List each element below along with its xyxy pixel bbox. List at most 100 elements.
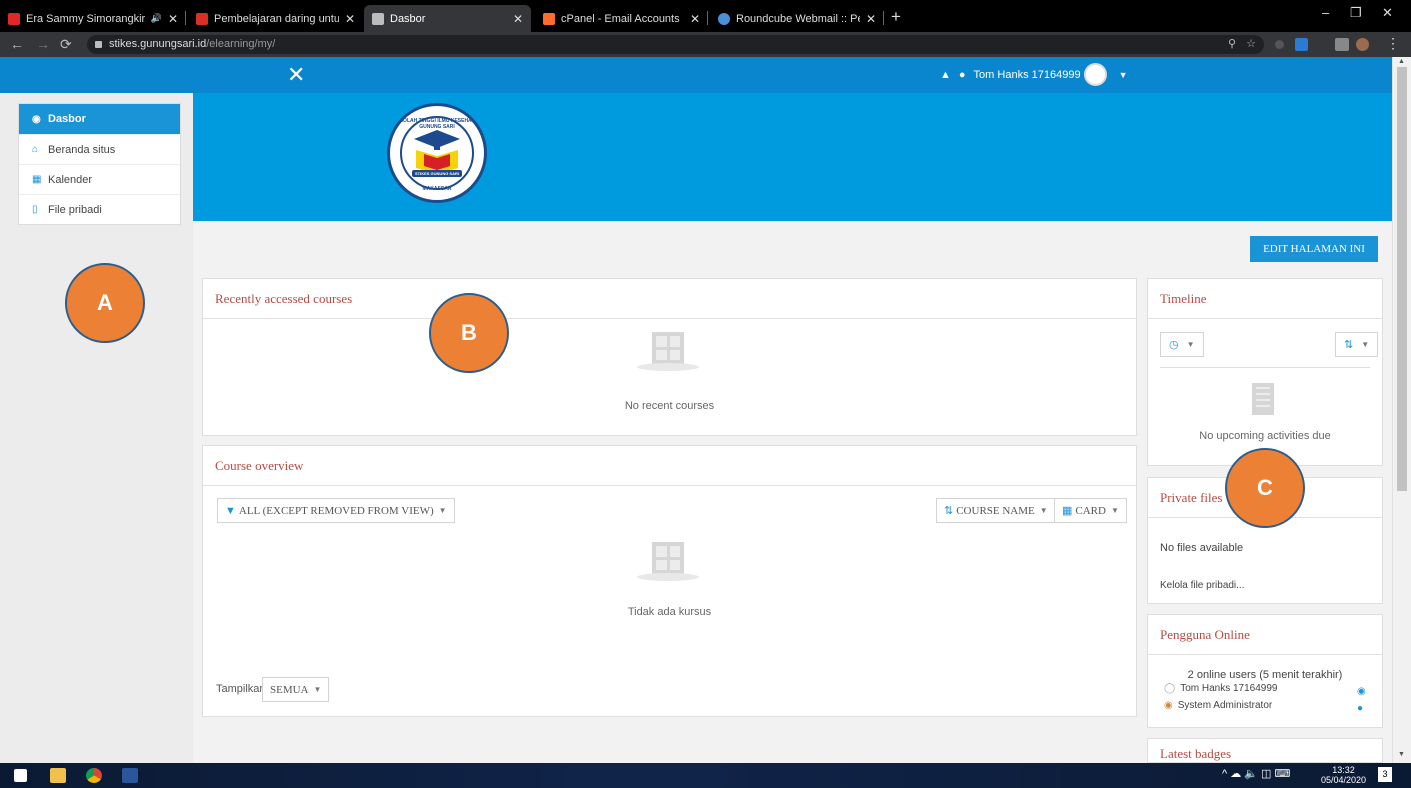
chevron-down-icon: ▼ (1110, 506, 1119, 515)
logo-top-text: SEKOLAH TINGGI ILMU KESEHATAN GUNUNG SAR… (392, 118, 482, 130)
view-dropdown[interactable]: ▦ CARD ▼ (1054, 498, 1127, 523)
filter-label: ALL (EXCEPT REMOVED FROM VIEW) (238, 504, 434, 517)
show-label: Tampilkan (216, 683, 266, 695)
lock-icon (95, 41, 102, 48)
marker-b: B (429, 293, 509, 373)
empty-message: No files available (1160, 542, 1244, 554)
drawer-item-label: Beranda situs (48, 143, 116, 156)
drawer-item-kalender[interactable]: ▦ Kalender (19, 164, 180, 194)
tab-close-icon[interactable]: ✕ (690, 12, 700, 26)
logo-banner-text: STIKES GUNUNG SARI (414, 171, 459, 176)
online-user-item[interactable]: ◯ Tom Hanks 17164999 (1164, 683, 1278, 694)
windows-start-icon[interactable] (14, 769, 27, 782)
file-icon: ▯ (32, 204, 38, 215)
block-title: Latest badges (1148, 739, 1382, 763)
forward-icon[interactable]: → (36, 36, 50, 52)
extension-icon[interactable] (1275, 40, 1284, 49)
user-menu[interactable]: ▲ ● Tom Hanks 17164999 ▼ (940, 63, 1127, 86)
user-name[interactable]: Tom Hanks 17164999 (974, 69, 1081, 81)
sort-label: COURSE NAME (956, 504, 1035, 517)
tab-close-icon[interactable]: ✕ (866, 12, 876, 26)
filter-dropdown[interactable]: ▼ ALL (EXCEPT REMOVED FROM VIEW) ▼ (217, 498, 455, 523)
view-label: CARD (1075, 504, 1106, 517)
notification-center-icon[interactable]: 3 (1378, 767, 1392, 782)
os-taskbar: ^ ☁ 🔈 ◫ ⌨ 13:32 05/04/2020 3 (0, 763, 1411, 788)
page-header-banner: SEKOLAH TINGGI ILMU KESEHATAN GUNUNG SAR… (193, 93, 1392, 221)
block-title: Recently accessed courses (203, 279, 1136, 319)
browser-menu-icon[interactable]: ⋮ (1386, 35, 1400, 52)
drawer-item-file-pribadi[interactable]: ▯ File pribadi (19, 194, 180, 224)
drawer-item-beranda-situs[interactable]: ⌂ Beranda situs (19, 134, 180, 164)
chevron-down-icon: ▼ (1039, 506, 1048, 515)
list-icon (1252, 383, 1274, 415)
show-count-dropdown[interactable]: SEMUA ▼ (262, 677, 330, 702)
restore-button[interactable]: ❐ (1350, 5, 1362, 21)
browser-tab[interactable]: Era Sammy Simorangkir Top 🔊 ✕ (0, 5, 186, 32)
recent-courses-block: Recently accessed courses No recent cour… (202, 278, 1137, 436)
drawer-menu: ◉ Dasbor ⌂ Beranda situs ▦ Kalender ▯ Fi… (18, 103, 181, 225)
online-user-item[interactable]: ◉ System Administrator (1164, 700, 1272, 711)
eye-icon[interactable]: ◉ (1357, 686, 1366, 697)
browser-tab[interactable]: Pembelajaran daring untuk Dose ✕ (188, 5, 363, 32)
tab-close-icon[interactable]: ✕ (168, 12, 178, 26)
word-icon[interactable] (122, 768, 138, 783)
page-icon (372, 12, 384, 25)
tab-close-icon[interactable]: ✕ (345, 12, 355, 26)
scrollbar-thumb[interactable] (1397, 67, 1407, 491)
site-logo[interactable]: SEKOLAH TINGGI ILMU KESEHATAN GUNUNG SAR… (387, 103, 487, 203)
browser-tab[interactable]: cPanel - Email Accounts ✕ (535, 5, 708, 32)
scroll-up-icon[interactable]: ▲ (1398, 58, 1405, 65)
new-tab-button[interactable]: + (891, 7, 901, 27)
chevron-down-icon[interactable]: ▼ (1119, 70, 1128, 80)
tab-title: Roundcube Webmail :: Pembelaja (736, 12, 860, 25)
page-scrollbar[interactable]: ▲ ▼ (1392, 57, 1411, 763)
browser-tab[interactable]: Roundcube Webmail :: Pembelaja ✕ (710, 5, 884, 32)
url-field[interactable]: stikes.gunungsari.id/elearning/my/ ⚲ ☆ (87, 35, 1264, 54)
logo-bottom-text: MAKASSAR (422, 186, 452, 192)
system-tray-icons[interactable]: ^ ☁ 🔈 ◫ ⌨ (1222, 767, 1290, 780)
drawer-item-label: Dasbor (48, 113, 86, 125)
extension-icon[interactable] (1335, 38, 1349, 51)
url-path: /elearning/my/ (206, 38, 276, 50)
manage-private-files-link[interactable]: Kelola file pribadi... (1160, 580, 1245, 591)
scroll-down-icon[interactable]: ▼ (1398, 751, 1405, 758)
tab-title: cPanel - Email Accounts (561, 12, 680, 25)
back-icon[interactable]: ← (10, 36, 24, 52)
page-content: EDIT HALAMAN INI Recently accessed cours… (193, 221, 1392, 763)
address-bar-row: ← → ⟳ stikes.gunungsari.id/elearning/my/… (0, 32, 1411, 57)
tab-close-icon[interactable]: ✕ (513, 12, 523, 26)
zoom-icon[interactable]: ⚲ (1228, 35, 1236, 54)
roundcube-icon (718, 12, 730, 25)
show-value: SEMUA (270, 683, 309, 696)
message-icon[interactable]: ● (1357, 703, 1363, 714)
browser-tab-active[interactable]: Dasbor ✕ (364, 5, 531, 32)
timeline-filter-dropdown[interactable]: ◷ ▼ (1160, 332, 1204, 357)
profile-avatar-icon[interactable] (1356, 38, 1369, 51)
chrome-icon[interactable] (86, 768, 102, 783)
window-close-button[interactable]: ✕ (1382, 5, 1393, 21)
reload-icon[interactable]: ⟳ (60, 36, 72, 53)
edit-page-button[interactable]: EDIT HALAMAN INI (1250, 236, 1378, 262)
online-users-block: Pengguna Online 2 online users (5 menit … (1147, 614, 1383, 728)
notification-bell-icon[interactable]: ▲ (940, 69, 951, 81)
drawer-item-dasbor[interactable]: ◉ Dasbor (19, 104, 180, 134)
clock-time: 13:32 (1332, 765, 1355, 775)
home-icon: ⌂ (32, 144, 39, 155)
drawer-toggle-close-icon[interactable]: ✕ (287, 61, 305, 89)
filter-icon: ▼ (225, 504, 236, 517)
clock-icon: ◷ (1169, 339, 1179, 351)
extension-icon[interactable] (1295, 38, 1308, 51)
sort-dropdown[interactable]: ⇅ COURSE NAME ▼ (936, 498, 1056, 523)
empty-message: No upcoming activities due (1199, 430, 1331, 442)
file-explorer-icon[interactable] (50, 768, 66, 783)
block-title: Pengguna Online (1148, 615, 1382, 655)
avatar[interactable] (1083, 63, 1107, 86)
drawer-item-label: File pribadi (48, 203, 102, 216)
dashboard-icon: ◉ (32, 113, 41, 125)
no-courses-icon (637, 332, 699, 371)
bookmark-star-icon[interactable]: ☆ (1246, 35, 1256, 54)
minimize-button[interactable]: – (1322, 5, 1329, 20)
messages-icon[interactable]: ● (959, 69, 966, 81)
clock[interactable]: 13:32 05/04/2020 (1321, 765, 1366, 785)
timeline-sort-dropdown[interactable]: ⇅ ▼ (1335, 332, 1379, 357)
